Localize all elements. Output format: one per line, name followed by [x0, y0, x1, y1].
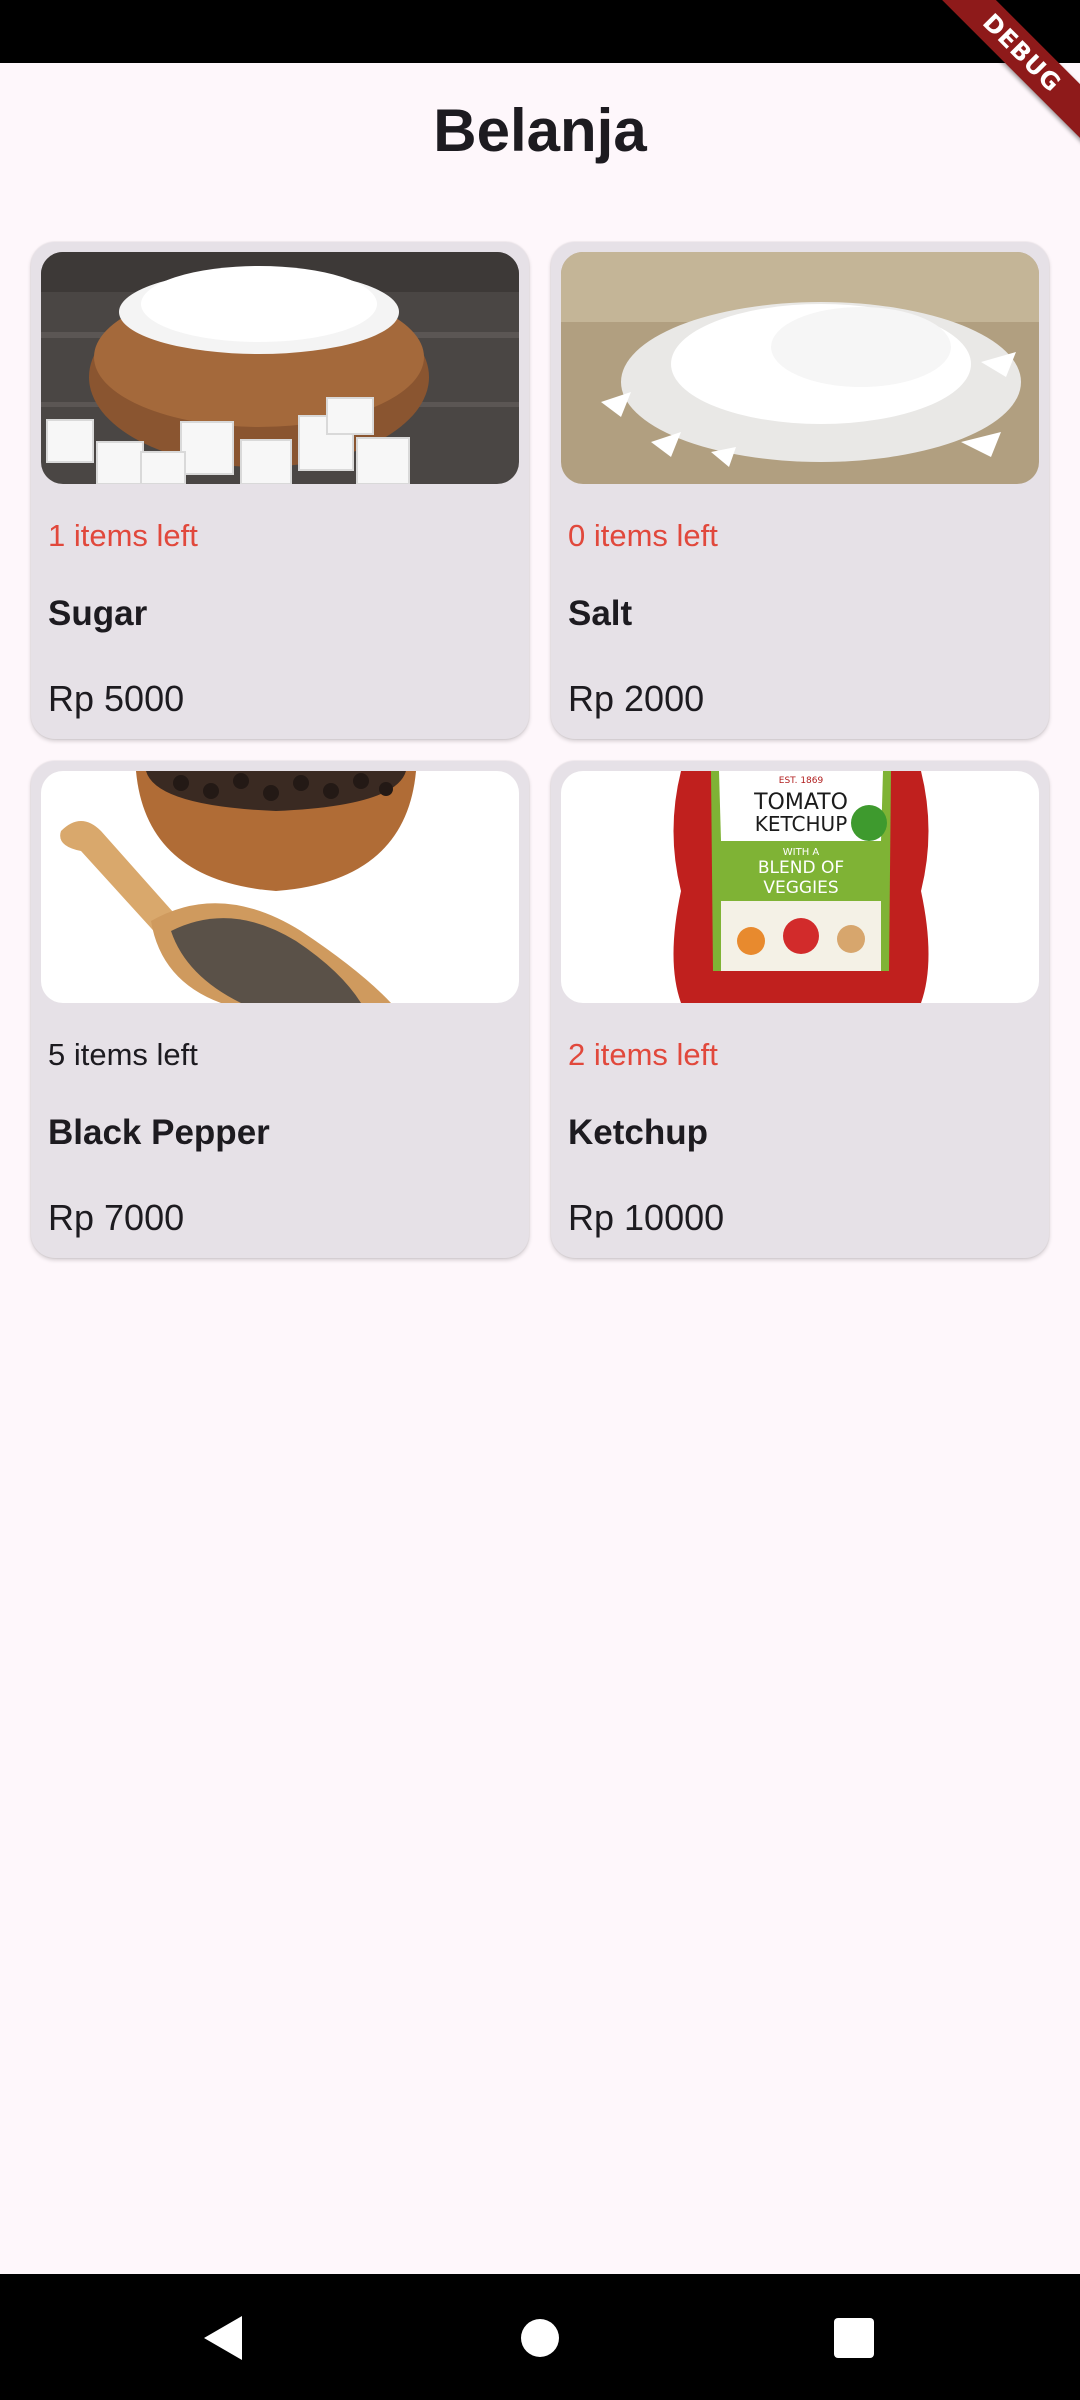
product-name: Sugar [48, 594, 148, 633]
stock-text: 1 items left [48, 518, 198, 553]
recents-icon[interactable] [826, 2310, 882, 2366]
product-price: Rp 2000 [568, 678, 705, 719]
back-icon[interactable] [198, 2310, 254, 2366]
product-card-sugar[interactable]: 1 items left Sugar Rp 5000 [31, 242, 529, 739]
stock-text: 0 items left [568, 518, 718, 553]
product-card-ketchup[interactable]: EST. 1869 TOMATO KETCHUP WITH A BLEND OF… [551, 761, 1049, 1258]
black-pepper-image [41, 771, 519, 1003]
page-title: Belanja [433, 97, 647, 164]
product-card-salt[interactable]: 0 items left Salt Rp 2000 [551, 242, 1049, 739]
stock-text: 5 items left [48, 1037, 198, 1072]
ketchup-image: EST. 1869 TOMATO KETCHUP WITH A BLEND OF… [561, 771, 1039, 1003]
product-price: Rp 7000 [48, 1197, 185, 1238]
product-price: Rp 10000 [568, 1197, 725, 1238]
product-card-black-pepper[interactable]: 5 items left Black Pepper Rp 7000 [31, 761, 529, 1258]
product-price: Rp 5000 [48, 678, 185, 719]
salt-image [561, 252, 1039, 484]
stock-text: 2 items left [568, 1037, 718, 1072]
ketchup-line2-text: KETCHUP [755, 812, 848, 836]
sugar-image [41, 252, 519, 484]
home-icon[interactable] [512, 2310, 568, 2366]
ketchup-brand-text: EST. 1869 [779, 776, 824, 786]
product-name: Black Pepper [48, 1113, 270, 1152]
status-bar [0, 0, 1080, 63]
product-grid: 1 items left Sugar Rp 5000 0 items left … [31, 242, 1049, 1258]
product-name: Ketchup [568, 1113, 708, 1152]
ketchup-line3-text: WITH A [783, 847, 820, 858]
product-name: Salt [568, 594, 633, 633]
ketchup-line5-text: VEGGIES [763, 878, 838, 898]
navigation-bar [0, 2274, 1080, 2400]
ketchup-line4-text: BLEND OF [758, 858, 844, 878]
